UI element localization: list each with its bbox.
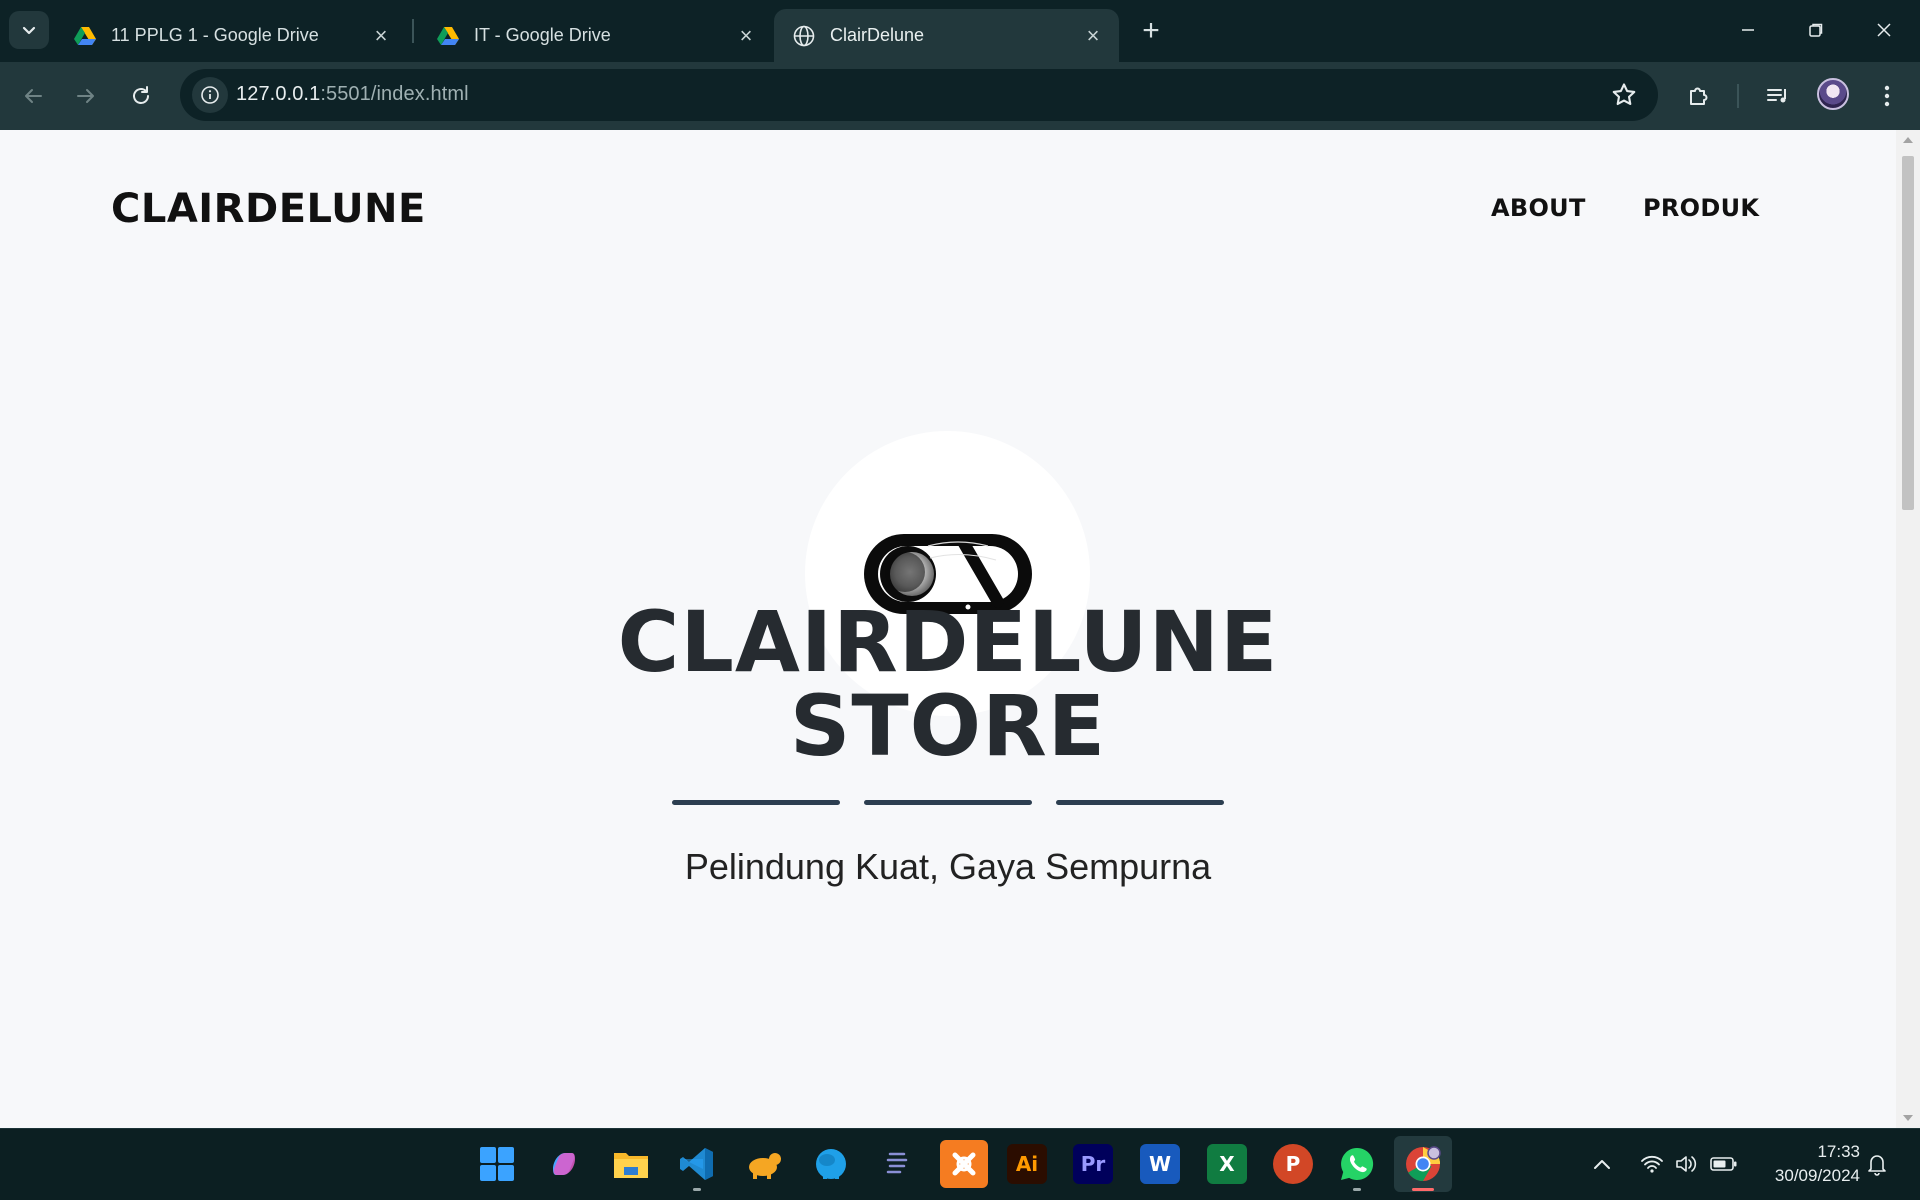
taskbar-clock[interactable]: 17:33 30/09/2024 xyxy=(1760,1140,1860,1188)
xampp-icon[interactable] xyxy=(940,1140,988,1188)
divider-bar xyxy=(864,800,1032,805)
tab-search-button[interactable] xyxy=(9,11,49,49)
excel-icon[interactable]: X xyxy=(1207,1144,1247,1184)
restore-icon xyxy=(1809,23,1823,37)
globe-icon xyxy=(793,25,815,46)
arrow-right-icon xyxy=(77,89,94,103)
excel-label: X xyxy=(1219,1152,1235,1176)
puzzle-icon xyxy=(1690,87,1708,105)
tray-overflow-button[interactable] xyxy=(1592,1128,1612,1200)
browser-tab-strip: 11 PPLG 1 - Google Drive × IT - Google D… xyxy=(0,0,1920,62)
new-tab-button[interactable]: + xyxy=(1133,13,1169,49)
clock-date: 30/09/2024 xyxy=(1774,1166,1860,1185)
more-vertical-icon xyxy=(1884,85,1890,107)
vscode-icon[interactable] xyxy=(673,1140,721,1188)
close-icon[interactable]: × xyxy=(369,23,393,48)
nav-produk[interactable]: PRODUK xyxy=(1643,194,1759,222)
premiere-label: Pr xyxy=(1080,1152,1106,1176)
restore-button[interactable] xyxy=(1788,10,1844,50)
divider-bar xyxy=(1056,800,1224,805)
bell-icon xyxy=(1868,1155,1886,1176)
word-icon[interactable]: W xyxy=(1140,1144,1180,1184)
info-icon xyxy=(201,86,219,104)
divider-bar xyxy=(672,800,840,805)
site-brand[interactable]: CLAIRDELUNE xyxy=(111,186,426,232)
running-indicator xyxy=(1353,1188,1361,1191)
tab-title: 11 PPLG 1 - Google Drive xyxy=(111,25,319,45)
minimize-button[interactable] xyxy=(1720,10,1776,50)
scroll-up-arrow-icon[interactable] xyxy=(1902,134,1914,146)
arrow-left-icon xyxy=(25,89,42,103)
minimize-icon xyxy=(1742,29,1754,31)
wifi-icon xyxy=(1641,1155,1663,1173)
volume-button[interactable] xyxy=(1674,1128,1698,1200)
tab-clairdelune[interactable]: ClairDelune × xyxy=(774,9,1119,62)
clock-time: 17:33 xyxy=(1817,1142,1860,1161)
close-icon[interactable]: × xyxy=(1081,23,1105,48)
illustrator-icon[interactable]: Ai xyxy=(1007,1144,1047,1184)
powerpoint-icon[interactable]: P xyxy=(1273,1144,1313,1184)
notifications-button[interactable] xyxy=(1866,1128,1888,1200)
media-controls-button[interactable] xyxy=(1760,78,1796,114)
battery-icon xyxy=(1710,1157,1737,1171)
bookmark-star-icon[interactable] xyxy=(1610,81,1638,109)
active-indicator xyxy=(1412,1188,1434,1191)
battery-button[interactable] xyxy=(1710,1128,1738,1200)
reload-button[interactable] xyxy=(119,74,163,118)
url-host: 127.0.0.1 xyxy=(236,83,321,105)
address-bar[interactable]: 127.0.0.1:5501/index.html xyxy=(180,69,1658,121)
mysql-workbench-icon[interactable] xyxy=(807,1140,855,1188)
queue-music-icon xyxy=(1767,89,1786,103)
browser-toolbar: 127.0.0.1:5501/index.html xyxy=(0,62,1920,130)
page-viewport: CLAIRDELUNE ABOUT PRODUK CLAIRDELUNE STO… xyxy=(0,130,1920,1128)
plus-icon: + xyxy=(1142,14,1160,47)
copilot-icon[interactable] xyxy=(540,1140,588,1188)
chevron-up-icon xyxy=(1594,1160,1610,1169)
premiere-icon[interactable]: Pr xyxy=(1073,1144,1113,1184)
forward-button[interactable] xyxy=(64,74,108,118)
toolbar-separator xyxy=(1737,84,1739,108)
word-label: W xyxy=(1148,1152,1172,1176)
tab-title: IT - Google Drive xyxy=(474,25,611,45)
close-icon xyxy=(1877,23,1891,37)
nav-about[interactable]: ABOUT xyxy=(1491,194,1586,222)
hero-title-line2: STORE xyxy=(789,677,1107,775)
scrollbar-thumb[interactable] xyxy=(1902,156,1914,510)
browser-menu-button[interactable] xyxy=(1869,78,1905,114)
url-text[interactable]: 127.0.0.1:5501/index.html xyxy=(236,83,469,106)
illustrator-label: Ai xyxy=(1015,1152,1039,1176)
running-indicator xyxy=(693,1188,701,1191)
back-button[interactable] xyxy=(11,74,55,118)
powerpoint-label: P xyxy=(1285,1152,1301,1176)
scroll-down-arrow-icon[interactable] xyxy=(1902,1112,1914,1124)
wifi-button[interactable] xyxy=(1640,1128,1664,1200)
extensions-button[interactable] xyxy=(1681,78,1717,114)
url-path: :5501/index.html xyxy=(320,83,469,105)
reload-icon xyxy=(133,86,149,104)
google-drive-icon xyxy=(74,26,96,45)
chevron-down-icon xyxy=(22,26,36,35)
windows-start-icon[interactable] xyxy=(473,1140,521,1188)
sublime-text-icon[interactable] xyxy=(873,1140,921,1188)
speaker-icon xyxy=(1676,1156,1697,1172)
hero-tagline: Pelindung Kuat, Gaya Sempurna xyxy=(684,846,1212,887)
tableplus-icon[interactable] xyxy=(740,1140,788,1188)
hero-title-line1: CLAIRDELUNE xyxy=(617,593,1279,691)
site-info-button[interactable] xyxy=(192,77,228,113)
google-drive-icon xyxy=(437,26,459,45)
whatsapp-icon[interactable] xyxy=(1333,1140,1381,1188)
page-scrollbar[interactable] xyxy=(1896,130,1920,1128)
chrome-icon[interactable] xyxy=(1394,1136,1452,1192)
tab-11-pplg-1[interactable]: 11 PPLG 1 - Google Drive × xyxy=(55,9,407,62)
tab-separator xyxy=(412,19,414,43)
tab-title: ClairDelune xyxy=(830,25,925,45)
close-window-button[interactable] xyxy=(1856,10,1912,50)
profile-avatar[interactable] xyxy=(1817,78,1849,110)
close-icon[interactable]: × xyxy=(734,23,758,48)
tab-it-google-drive[interactable]: IT - Google Drive × xyxy=(418,9,772,62)
file-explorer-icon[interactable] xyxy=(607,1140,655,1188)
